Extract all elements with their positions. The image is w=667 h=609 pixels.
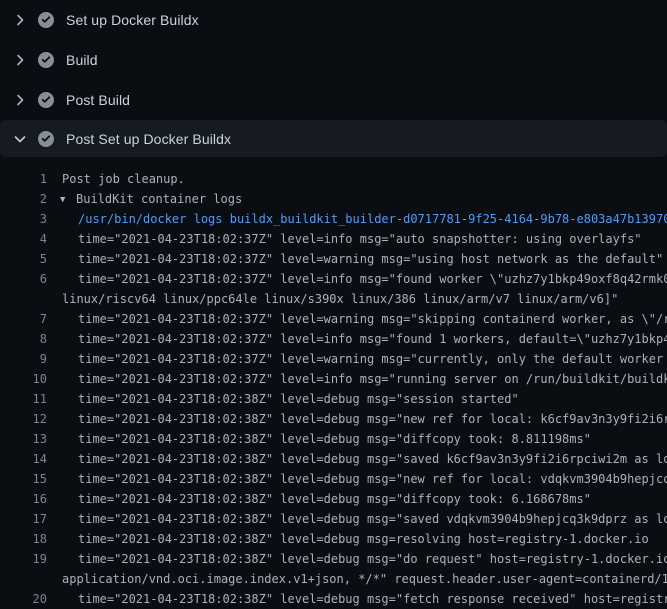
log-command-text: /usr/bin/docker logs buildx_buildkit_bui…	[78, 209, 667, 229]
log-line-text: time="2021-04-23T18:02:38Z" level=debug …	[78, 449, 667, 469]
log-line-text: Post job cleanup.	[62, 169, 185, 189]
line-number[interactable]: 16	[0, 489, 47, 509]
log-row: 17 time="2021-04-23T18:02:38Z" level=debu…	[0, 509, 667, 529]
log-row: 19 time="2021-04-23T18:02:38Z" level=debu…	[0, 549, 667, 569]
check-circle-icon	[38, 92, 54, 108]
line-number[interactable]: 4	[0, 229, 47, 249]
log-row: 15 time="2021-04-23T18:02:38Z" level=debu…	[0, 469, 667, 489]
log-line-text: time="2021-04-23T18:02:38Z" level=debug …	[78, 389, 519, 409]
log-row: 8 time="2021-04-23T18:02:37Z" level=info …	[0, 329, 667, 349]
log-row: 4 time="2021-04-23T18:02:37Z" level=info …	[0, 229, 667, 249]
log-row: application/vnd.oci.image.index.v1+json,…	[0, 569, 667, 589]
log-row: 3/usr/bin/docker logs buildx_buildkit_bu…	[0, 209, 667, 229]
log-row: 11 time="2021-04-23T18:02:38Z" level=debu…	[0, 389, 667, 409]
step-title: Build	[66, 52, 98, 68]
log-line-text: linux/riscv64 linux/ppc64le linux/s390x …	[62, 289, 618, 309]
chevron-down-icon	[12, 131, 28, 147]
check-circle-icon	[38, 12, 54, 28]
log-row: 7 time="2021-04-23T18:02:37Z" level=warni…	[0, 309, 667, 329]
log-row: 1 Post job cleanup.	[0, 169, 667, 189]
log-line-text: time="2021-04-23T18:02:37Z" level=info m…	[78, 229, 642, 249]
log-line-text: time="2021-04-23T18:02:37Z" level=info m…	[78, 269, 667, 289]
check-circle-icon	[38, 52, 54, 68]
step-header-post-set-up-docker-buildx[interactable]: Post Set up Docker Buildx	[0, 120, 667, 157]
log-row: 2 ▼BuildKit container logs	[0, 189, 667, 209]
line-number[interactable]: 15	[0, 469, 47, 489]
log-line-text: time="2021-04-23T18:02:38Z" level=debug …	[78, 429, 591, 449]
step-title: Set up Docker Buildx	[66, 12, 199, 28]
step-title: Post Set up Docker Buildx	[66, 131, 231, 147]
collapse-triangle-icon[interactable]: ▼	[60, 190, 76, 209]
chevron-right-icon	[12, 52, 28, 68]
log-row: 13 time="2021-04-23T18:02:38Z" level=debu…	[0, 429, 667, 449]
line-number[interactable]: 20	[0, 589, 47, 609]
log-line-text: time="2021-04-23T18:02:38Z" level=debug …	[78, 589, 667, 609]
log-row: 5 time="2021-04-23T18:02:37Z" level=warni…	[0, 249, 667, 269]
log-row: linux/riscv64 linux/ppc64le linux/s390x …	[0, 289, 667, 309]
line-number[interactable]: 10	[0, 369, 47, 389]
log-row: 6 time="2021-04-23T18:02:37Z" level=info …	[0, 269, 667, 289]
log-line-text: time="2021-04-23T18:02:37Z" level=info m…	[78, 329, 667, 349]
log-line-text: time="2021-04-23T18:02:38Z" level=debug …	[78, 509, 667, 529]
line-number[interactable]: 13	[0, 429, 47, 449]
log-row: 12 time="2021-04-23T18:02:38Z" level=debu…	[0, 409, 667, 429]
steps-list: Set up Docker Buildx Build Post Build Post …	[0, 0, 667, 157]
line-number[interactable]: 12	[0, 409, 47, 429]
line-number[interactable]: 9	[0, 349, 47, 369]
log-line-text: time="2021-04-23T18:02:38Z" level=debug …	[78, 489, 591, 509]
step-header-build[interactable]: Build	[0, 40, 667, 80]
check-circle-icon	[38, 131, 54, 147]
step-title: Post Build	[66, 92, 130, 108]
line-number[interactable]: 11	[0, 389, 47, 409]
line-number[interactable]: 2	[0, 189, 47, 209]
line-number[interactable]: 8	[0, 329, 47, 349]
step-header-set-up-docker-buildx[interactable]: Set up Docker Buildx	[0, 0, 667, 40]
line-number[interactable]: 3	[0, 209, 47, 229]
log-row: 18 time="2021-04-23T18:02:38Z" level=debu…	[0, 529, 667, 549]
line-number	[0, 569, 47, 589]
line-number[interactable]: 19	[0, 549, 47, 569]
chevron-right-icon	[12, 12, 28, 28]
log-row: 16 time="2021-04-23T18:02:38Z" level=debu…	[0, 489, 667, 509]
log-group-label[interactable]: BuildKit container logs	[76, 192, 242, 206]
log-line-text: time="2021-04-23T18:02:38Z" level=debug …	[78, 469, 667, 489]
chevron-right-icon	[12, 92, 28, 108]
line-number[interactable]: 6	[0, 269, 47, 289]
step-header-post-build[interactable]: Post Build	[0, 80, 667, 120]
line-number[interactable]: 17	[0, 509, 47, 529]
log-row: 10 time="2021-04-23T18:02:37Z" level=info…	[0, 369, 667, 389]
line-number[interactable]: 7	[0, 309, 47, 329]
line-number	[0, 289, 47, 309]
log-row: 9 time="2021-04-23T18:02:37Z" level=warni…	[0, 349, 667, 369]
log-viewer: 1 Post job cleanup. 2 ▼BuildKit container l…	[0, 157, 667, 609]
line-number[interactable]: 5	[0, 249, 47, 269]
log-row: 14 time="2021-04-23T18:02:38Z" level=debu…	[0, 449, 667, 469]
log-line-text: time="2021-04-23T18:02:37Z" level=warnin…	[78, 249, 663, 269]
log-line-text: time="2021-04-23T18:02:37Z" level=info m…	[78, 369, 667, 389]
log-line-text: time="2021-04-23T18:02:38Z" level=debug …	[78, 549, 667, 569]
log-line-text: time="2021-04-23T18:02:38Z" level=debug …	[78, 529, 649, 549]
line-number[interactable]: 14	[0, 449, 47, 469]
log-line-text: time="2021-04-23T18:02:37Z" level=warnin…	[78, 309, 667, 329]
log-line-text: time="2021-04-23T18:02:37Z" level=warnin…	[78, 349, 667, 369]
log-line-text: time="2021-04-23T18:02:38Z" level=debug …	[78, 409, 667, 429]
line-number[interactable]: 1	[0, 169, 47, 189]
log-group-header: ▼BuildKit container logs	[62, 189, 242, 209]
line-number[interactable]: 18	[0, 529, 47, 549]
log-line-text: application/vnd.oci.image.index.v1+json,…	[62, 569, 667, 589]
log-row: 20 time="2021-04-23T18:02:38Z" level=debu…	[0, 589, 667, 609]
